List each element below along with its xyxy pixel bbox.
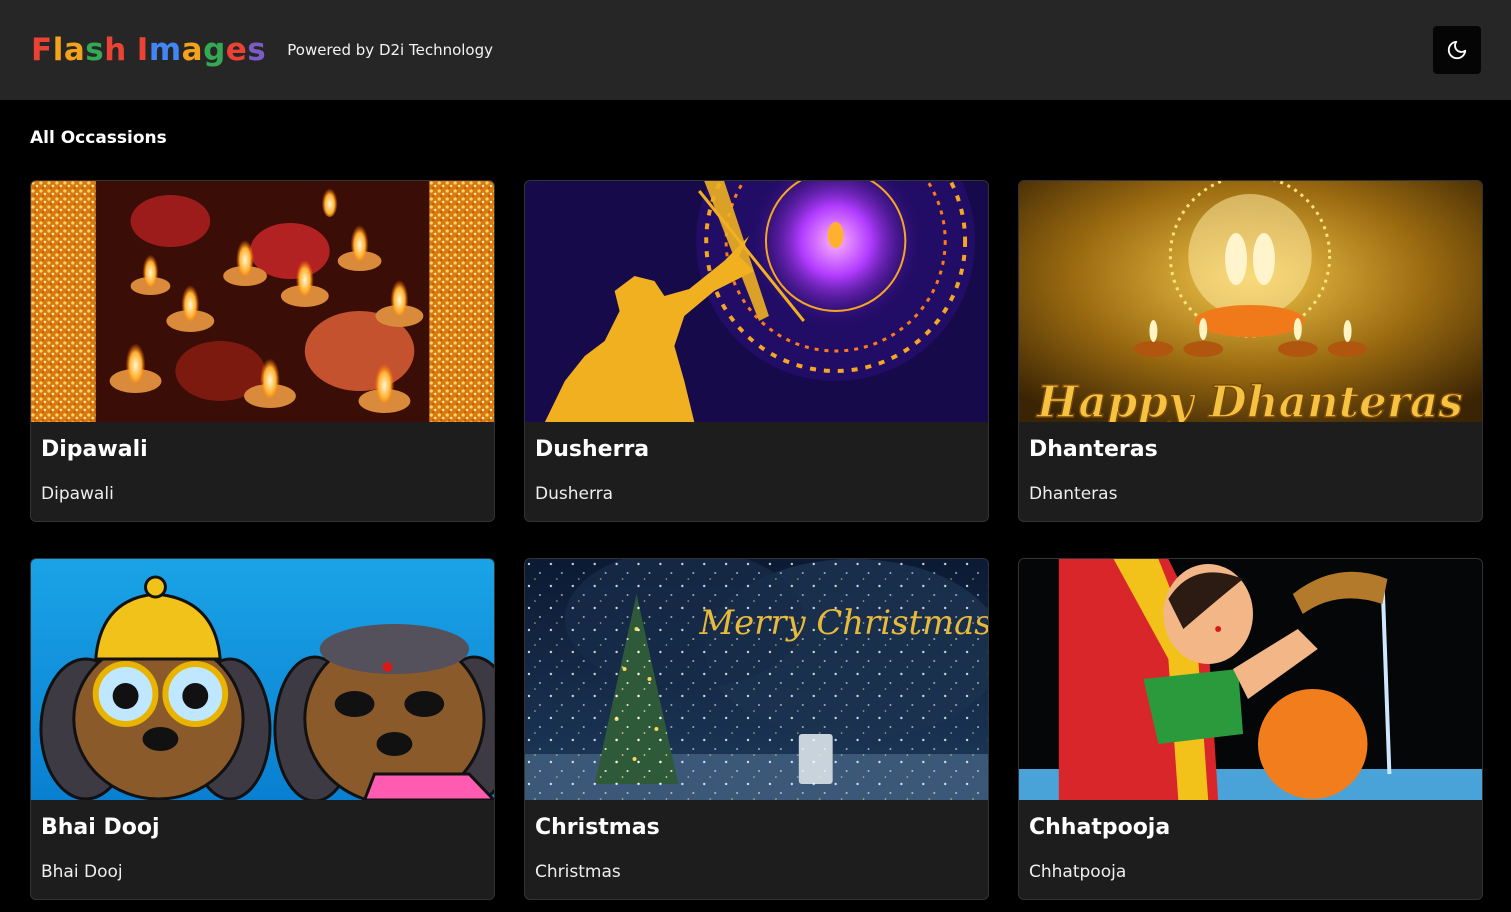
- logo-letter: s: [247, 32, 267, 68]
- section-title: All Occassions: [30, 128, 167, 148]
- occasion-grid: Dipawali Dipawali Dusherra Dusherra Happ…: [30, 180, 1483, 900]
- logo-letter: l: [52, 32, 64, 68]
- moon-icon: [1447, 40, 1467, 60]
- logo-letter: [127, 32, 137, 68]
- occasion-card-dipawali[interactable]: Dipawali Dipawali: [30, 180, 495, 522]
- card-image-dipawali: [31, 181, 494, 422]
- logo-letter: I: [136, 32, 149, 68]
- occasion-card-dusherra[interactable]: Dusherra Dusherra: [524, 180, 989, 522]
- occasion-card-dhanteras[interactable]: Happy Dhanteras Dhanteras Dhanteras: [1018, 180, 1483, 522]
- card-subtitle: Christmas: [535, 862, 621, 882]
- svg-text:Happy Dhanteras: Happy Dhanteras: [1035, 377, 1463, 422]
- card-title: Dusherra: [535, 437, 650, 462]
- occasion-card-christmas[interactable]: Merry Christmas Christmas Christmas: [524, 558, 989, 900]
- card-subtitle: Dipawali: [41, 484, 114, 504]
- card-subtitle: Dhanteras: [1029, 484, 1118, 504]
- card-image-dusherra: [525, 181, 988, 422]
- logo-letter: g: [203, 32, 226, 68]
- theme-toggle-button[interactable]: [1433, 26, 1481, 74]
- logo-letter: e: [225, 32, 248, 68]
- app-header: Flash Images Powered by D2i Technology: [0, 0, 1511, 100]
- occasion-card-bhai-dooj[interactable]: Bhai Dooj Bhai Dooj: [30, 558, 495, 900]
- card-subtitle: Chhatpooja: [1029, 862, 1127, 882]
- svg-text:Merry Christmas: Merry Christmas: [699, 603, 988, 642]
- card-title: Chhatpooja: [1029, 815, 1171, 840]
- logo-letter: s: [85, 32, 105, 68]
- app-logo[interactable]: Flash Images: [31, 32, 266, 68]
- logo-letter: a: [181, 32, 204, 68]
- card-subtitle: Bhai Dooj: [41, 862, 123, 882]
- card-title: Dipawali: [41, 437, 148, 462]
- card-image-christmas: Merry Christmas: [525, 559, 988, 800]
- card-image-dhanteras: Happy Dhanteras: [1019, 181, 1482, 422]
- logo-letter: a: [63, 32, 86, 68]
- tagline: Powered by D2i Technology: [287, 41, 494, 59]
- logo-letter: F: [31, 32, 53, 68]
- card-title: Bhai Dooj: [41, 815, 160, 840]
- card-image-chhatpooja: [1019, 559, 1482, 800]
- logo-letter: h: [104, 32, 127, 68]
- card-subtitle: Dusherra: [535, 484, 614, 504]
- card-image-bhai-dooj: [31, 559, 494, 800]
- logo-letter: m: [148, 32, 182, 68]
- occasion-card-chhatpooja[interactable]: Chhatpooja Chhatpooja: [1018, 558, 1483, 900]
- card-title: Dhanteras: [1029, 437, 1158, 462]
- card-title: Christmas: [535, 815, 660, 840]
